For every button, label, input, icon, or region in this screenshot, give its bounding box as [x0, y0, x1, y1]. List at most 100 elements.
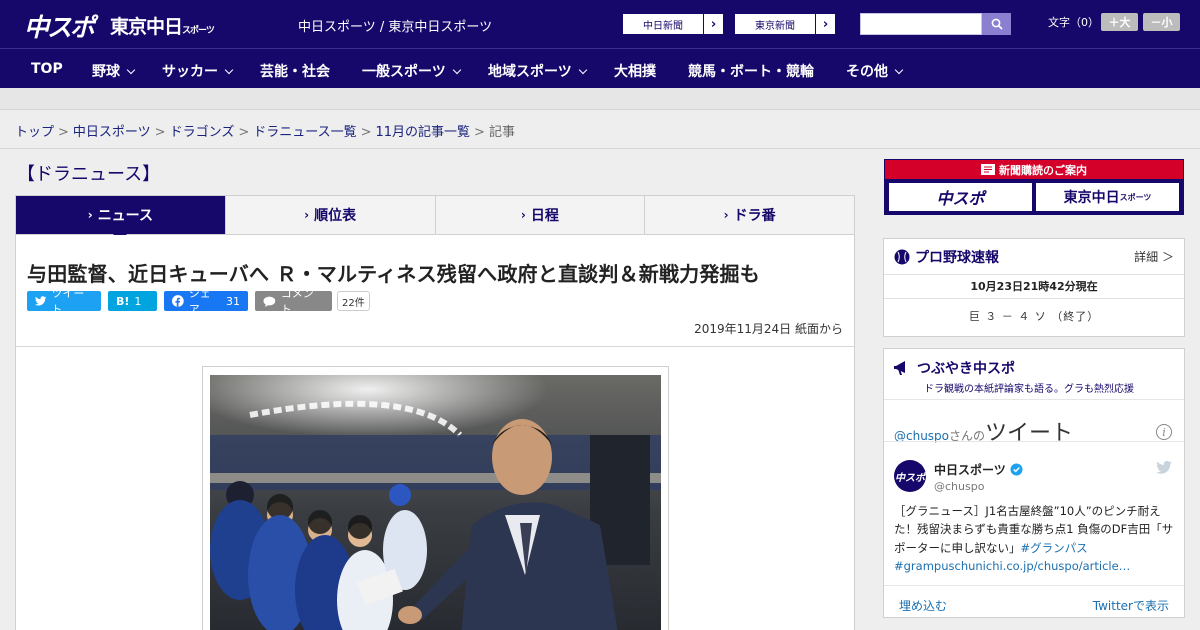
- comment-count[interactable]: 22件: [337, 291, 370, 311]
- account-name-text: 中日スポーツ: [934, 463, 1006, 477]
- nav-item-racing[interactable]: 競馬・ボート・競輪: [688, 61, 814, 81]
- tokyo-chunichi-logo[interactable]: 東京中日スポーツ: [110, 12, 215, 39]
- facebook-label: シェア: [188, 287, 211, 316]
- baseball-detail-link[interactable]: 詳細 ＞: [1134, 248, 1174, 265]
- search-input[interactable]: [860, 13, 982, 35]
- search-icon: [991, 18, 1003, 30]
- embed-link[interactable]: 埋め込む: [899, 597, 947, 614]
- twitter-widget-header: つぶやき中スポ: [894, 358, 1015, 378]
- nav-label: 地域スポーツ: [488, 64, 572, 80]
- tokyo-shimbun-label: 東京新聞: [755, 20, 795, 32]
- facebook-share-button[interactable]: シェア 31: [164, 287, 248, 316]
- tab-label: ドラ番: [733, 208, 776, 224]
- chevron-down-icon: [578, 65, 587, 75]
- facebook-count: 31: [226, 294, 240, 308]
- breadcrumb-link[interactable]: 11月の記事一覧: [376, 125, 471, 140]
- tweet-account-handle[interactable]: @chuspo: [934, 480, 984, 493]
- nav-label: 野球: [92, 64, 120, 80]
- tab-news[interactable]: › ニュース: [16, 196, 226, 241]
- tokyo-chunichi-subscribe-logo[interactable]: 東京中日 スポーツ: [1036, 183, 1179, 211]
- breadcrumb-divider: [0, 148, 1200, 149]
- megaphone-icon: [894, 361, 905, 375]
- chevron-right-icon: ›: [520, 208, 526, 222]
- font-decrease-button[interactable]: －小: [1143, 13, 1180, 31]
- article: 与田監督、近日キューバへ Ｒ・マルティネス残留へ政府と直談判＆新戦力発掘も ツイ…: [15, 235, 855, 630]
- nav-label: サッカー: [162, 64, 218, 80]
- hatena-count: 1: [134, 294, 142, 308]
- chuspo-logo[interactable]: 中スポ: [24, 8, 95, 44]
- article-tabs: › ニュース › 順位表 › 日程 › ドラ番: [15, 195, 855, 241]
- top-bar: 中スポ 東京中日スポーツ 中日スポーツ / 東京中日スポーツ 中日新聞 › 東京…: [0, 0, 1200, 48]
- article-photo[interactable]: [210, 375, 661, 630]
- tokyo-logo-text: 東京中日: [110, 16, 183, 38]
- photo-manager-greeting-fans: [210, 375, 661, 630]
- speech-bubble-icon: [263, 296, 276, 307]
- baseball-widget-title: プロ野球速報: [915, 249, 999, 266]
- tab-standings[interactable]: › 順位表: [226, 196, 436, 234]
- site-subtitle[interactable]: 中日スポーツ / 東京中日スポーツ: [298, 16, 492, 35]
- tweet-word: ツイート: [985, 421, 1074, 446]
- nav-item-soccer[interactable]: サッカー: [162, 61, 234, 81]
- nav-item-regional-sports[interactable]: 地域スポーツ: [488, 61, 587, 81]
- breadcrumb-link[interactable]: ドラニュース一覧: [253, 125, 356, 140]
- breadcrumb-separator: >: [58, 125, 69, 140]
- nav-item-sumo[interactable]: 大相撲: [614, 61, 656, 81]
- baseball-widget-header: プロ野球速報 詳細 ＞: [884, 239, 1184, 275]
- breadcrumb: トップ > 中日スポーツ > ドラゴンズ > ドラニュース一覧 >11月の記事一覧 > 記事: [15, 121, 515, 140]
- breadcrumb-link[interactable]: 中日スポーツ: [73, 125, 151, 140]
- subscription-header: 新聞購読のご案内: [885, 160, 1183, 179]
- nav-label: TOP: [31, 61, 63, 77]
- tokyo-shimbun-link[interactable]: 東京新聞 ›: [734, 13, 836, 35]
- hatena-bookmark-button[interactable]: B! 1: [108, 291, 157, 311]
- verified-badge-icon: [1010, 463, 1023, 476]
- nav-item-baseball[interactable]: 野球: [92, 61, 136, 81]
- chunichi-shimbun-label: 中日新聞: [643, 20, 683, 32]
- chevron-right-icon: ›: [723, 208, 729, 222]
- chuspo-subscribe-logo[interactable]: 中スポ: [889, 183, 1032, 211]
- chevron-down-icon: [126, 65, 136, 75]
- avatar[interactable]: 中スポ: [894, 460, 926, 492]
- tweet-text: ［グラニュース］J1名古屋終盤”10人”のピンチ耐えた！残留決まらずも貴重な勝ち…: [894, 502, 1179, 576]
- facebook-icon: [172, 295, 184, 307]
- tab-dora-ban[interactable]: › ドラ番: [645, 196, 854, 234]
- tweet-button[interactable]: ツイート: [27, 287, 101, 316]
- article-divider: [16, 346, 854, 347]
- nav-label: 一般スポーツ: [362, 64, 446, 80]
- nav-label: 芸能・社会: [260, 64, 330, 80]
- twitter-divider: [884, 399, 1184, 400]
- breadcrumb-separator: >: [154, 125, 166, 140]
- tweet-hashtag[interactable]: #グランパス: [1021, 541, 1088, 555]
- font-increase-button[interactable]: ＋大: [1101, 13, 1138, 31]
- chunichi-shimbun-link[interactable]: 中日新聞 ›: [622, 13, 724, 35]
- tweet-link[interactable]: #grampuschunichi.co.jp/chuspo/article…: [894, 559, 1130, 573]
- info-icon[interactable]: i: [1156, 424, 1172, 440]
- breadcrumb-link[interactable]: トップ: [15, 125, 54, 140]
- score-timestamp: 10月23日21時42分現在: [884, 275, 1184, 299]
- chevron-right-icon: ›: [87, 208, 93, 222]
- tweet-account-name[interactable]: 中日スポーツ: [934, 461, 1023, 478]
- search-button[interactable]: [982, 13, 1011, 35]
- tab-schedule[interactable]: › 日程: [436, 196, 646, 234]
- nav-item-other[interactable]: その他: [846, 61, 904, 81]
- nav-item-entertainment[interactable]: 芸能・社会: [260, 61, 330, 81]
- tokyo-logo-small: スポーツ: [182, 26, 215, 36]
- twitter-feed-heading: @chuspoさんのツイート: [894, 415, 1073, 447]
- hatena-icon: B!: [116, 294, 130, 308]
- twitter-bird-icon: [35, 296, 47, 306]
- twitter-widget: つぶやき中スポ ドラ観戦の本紙評論家も語る。グラも熱烈応援 @chuspoさんの…: [883, 348, 1185, 618]
- nav-item-top[interactable]: TOP: [31, 61, 63, 77]
- view-on-twitter-link[interactable]: Twitterで表示: [1093, 597, 1169, 614]
- article-date: 2019年11月24日 紙面から: [694, 322, 843, 336]
- font-size-label: 文字（0）: [1048, 16, 1099, 29]
- subscription-banner[interactable]: 新聞購読のご案内 中スポ 東京中日 スポーツ: [884, 159, 1184, 215]
- comment-button[interactable]: コメント: [255, 287, 332, 316]
- twitter-bird-icon[interactable]: [1156, 461, 1172, 474]
- nav-label: その他: [846, 64, 888, 80]
- newspaper-icon: [981, 164, 995, 175]
- nav-item-general-sports[interactable]: 一般スポーツ: [362, 61, 461, 81]
- twitter-widget-subtitle: ドラ観戦の本紙評論家も語る。グラも熱烈応援: [924, 384, 1134, 395]
- breadcrumb-link[interactable]: ドラゴンズ: [170, 125, 235, 140]
- chevron-down-icon: [452, 65, 461, 75]
- article-photo-frame: [202, 366, 669, 630]
- score-line[interactable]: 巨 ３ － ４ ソ （終了）: [884, 299, 1184, 335]
